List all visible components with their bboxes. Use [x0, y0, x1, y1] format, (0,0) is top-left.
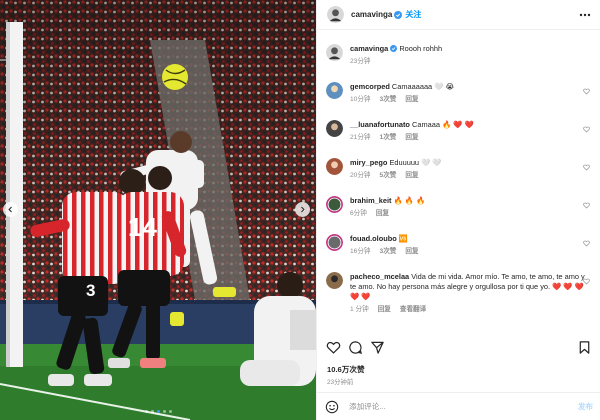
avatar[interactable]	[326, 44, 343, 61]
shirt-number-3: 3	[86, 281, 95, 300]
comment-time: 16分钟	[350, 248, 371, 255]
heart-icon[interactable]	[583, 202, 590, 209]
post-timestamp: 23分钟前	[327, 379, 354, 386]
chevron-left-icon	[8, 206, 12, 213]
carousel-dot	[150, 410, 154, 413]
comment-time: 10分钟	[350, 96, 371, 103]
avatar[interactable]	[326, 272, 343, 289]
carousel-indicator	[0, 410, 316, 413]
post-actions	[326, 340, 592, 356]
post-comment-button[interactable]: 发布	[578, 401, 593, 412]
comment-item: pacheco_mcelaa Vida de mi vida. Amor mío…	[326, 272, 592, 315]
comment-likes[interactable]: 3次赞	[380, 95, 397, 105]
emoji-icon[interactable]	[325, 400, 339, 414]
heart-icon[interactable]	[583, 240, 590, 247]
comment-item: brahim_keit 🔥 🔥 🔥 6分钟 回复	[326, 196, 592, 219]
share-icon[interactable]	[370, 340, 385, 355]
post-media[interactable]: 3 14	[0, 0, 316, 420]
comment-time: 21分钟	[350, 134, 371, 141]
comment-input[interactable]	[349, 402, 578, 411]
reply-button[interactable]: 回复	[405, 95, 418, 105]
heart-icon[interactable]	[583, 126, 590, 133]
post-header: camavinga 关注	[317, 0, 600, 30]
next-image-button[interactable]	[295, 202, 310, 217]
previous-image-button[interactable]	[3, 202, 18, 217]
reply-button[interactable]: 回复	[405, 247, 418, 257]
post-caption: camavinga Roooh rohhh 23分钟	[326, 44, 592, 67]
verified-icon	[390, 45, 398, 52]
comment-likes[interactable]: 3次赞	[380, 247, 397, 257]
post-panel: camavinga 关注 camavinga Roooh rohhh 23分钟	[316, 0, 600, 420]
comment-username[interactable]: miry_pego	[350, 158, 387, 167]
caption-text: Roooh rohhh	[399, 44, 443, 53]
heart-icon[interactable]	[583, 164, 590, 171]
chevron-right-icon	[301, 206, 305, 213]
comment-username[interactable]: gemcorped	[350, 82, 390, 91]
avatar[interactable]	[326, 158, 343, 175]
football-photo: 3 14	[0, 0, 316, 420]
comment-composer: 发布	[317, 392, 600, 420]
avatar[interactable]	[326, 82, 343, 99]
shirt-number-14: 14	[128, 212, 157, 242]
heart-icon[interactable]	[326, 340, 341, 355]
carousel-dot	[162, 410, 166, 413]
comment-item: gemcorped Camaaaaaa 🤍 😭 10分钟 3次赞 回复	[326, 82, 592, 105]
comments-list[interactable]: camavinga Roooh rohhh 23分钟 gemcorped Cam…	[317, 38, 600, 328]
carousel-dot	[168, 410, 172, 413]
follow-button[interactable]: 关注	[405, 9, 421, 20]
heart-icon[interactable]	[583, 88, 590, 95]
carousel-dot	[144, 410, 148, 413]
translate-button[interactable]: 查看翻译	[400, 305, 426, 315]
comment-username[interactable]: fouad.oloubo	[350, 234, 397, 243]
comment-likes[interactable]: 5次赞	[380, 171, 397, 181]
reply-button[interactable]: 回复	[405, 133, 418, 143]
caption-time: 23分钟	[350, 58, 371, 65]
comment-time: 6分钟	[350, 210, 367, 217]
avatar[interactable]	[326, 234, 343, 251]
comment-icon[interactable]	[348, 340, 363, 355]
username[interactable]: camavinga	[351, 10, 392, 19]
comment-time: 20分钟	[350, 172, 371, 179]
verified-icon	[394, 10, 403, 19]
save-icon[interactable]	[577, 340, 592, 355]
comment-likes[interactable]: 1次赞	[380, 133, 397, 143]
comment-item: miry_pego Eduuuuu 🤍 🤍 20分钟 5次赞 回复	[326, 158, 592, 181]
comment-item: fouad.oloubo 🆚 16分钟 3次赞 回复	[326, 234, 592, 257]
comment-username[interactable]: __luanafortunato	[350, 120, 410, 129]
comment-item: __luanafortunato Camaaa 🔥 ❤️ ❤️ 21分钟 1次赞…	[326, 120, 592, 143]
comment-text: Camaaa 🔥 ❤️ ❤️	[412, 120, 474, 129]
comment-username[interactable]: brahim_keit	[350, 196, 392, 205]
comment-text: Camaaaaaa 🤍 😭	[391, 82, 455, 91]
comment-time: 1 分钟	[350, 306, 369, 313]
comment-text: 🔥 🔥 🔥	[393, 196, 426, 205]
avatar[interactable]	[327, 6, 344, 23]
reply-button[interactable]: 回复	[405, 171, 418, 181]
reply-button[interactable]: 回复	[376, 209, 389, 219]
comment-text: Eduuuuu 🤍 🤍	[389, 158, 442, 167]
avatar[interactable]	[326, 196, 343, 213]
avatar[interactable]	[326, 120, 343, 137]
comment-text: 🆚	[398, 234, 409, 243]
more-icon[interactable]	[579, 9, 591, 21]
carousel-dot-active	[156, 410, 160, 413]
heart-icon[interactable]	[583, 278, 590, 285]
like-count[interactable]: 10.6万次赞	[327, 364, 365, 375]
comment-username[interactable]: pacheco_mcelaa	[350, 272, 409, 281]
caption-username[interactable]: camavinga	[350, 44, 388, 53]
reply-button[interactable]: 回复	[378, 305, 391, 315]
